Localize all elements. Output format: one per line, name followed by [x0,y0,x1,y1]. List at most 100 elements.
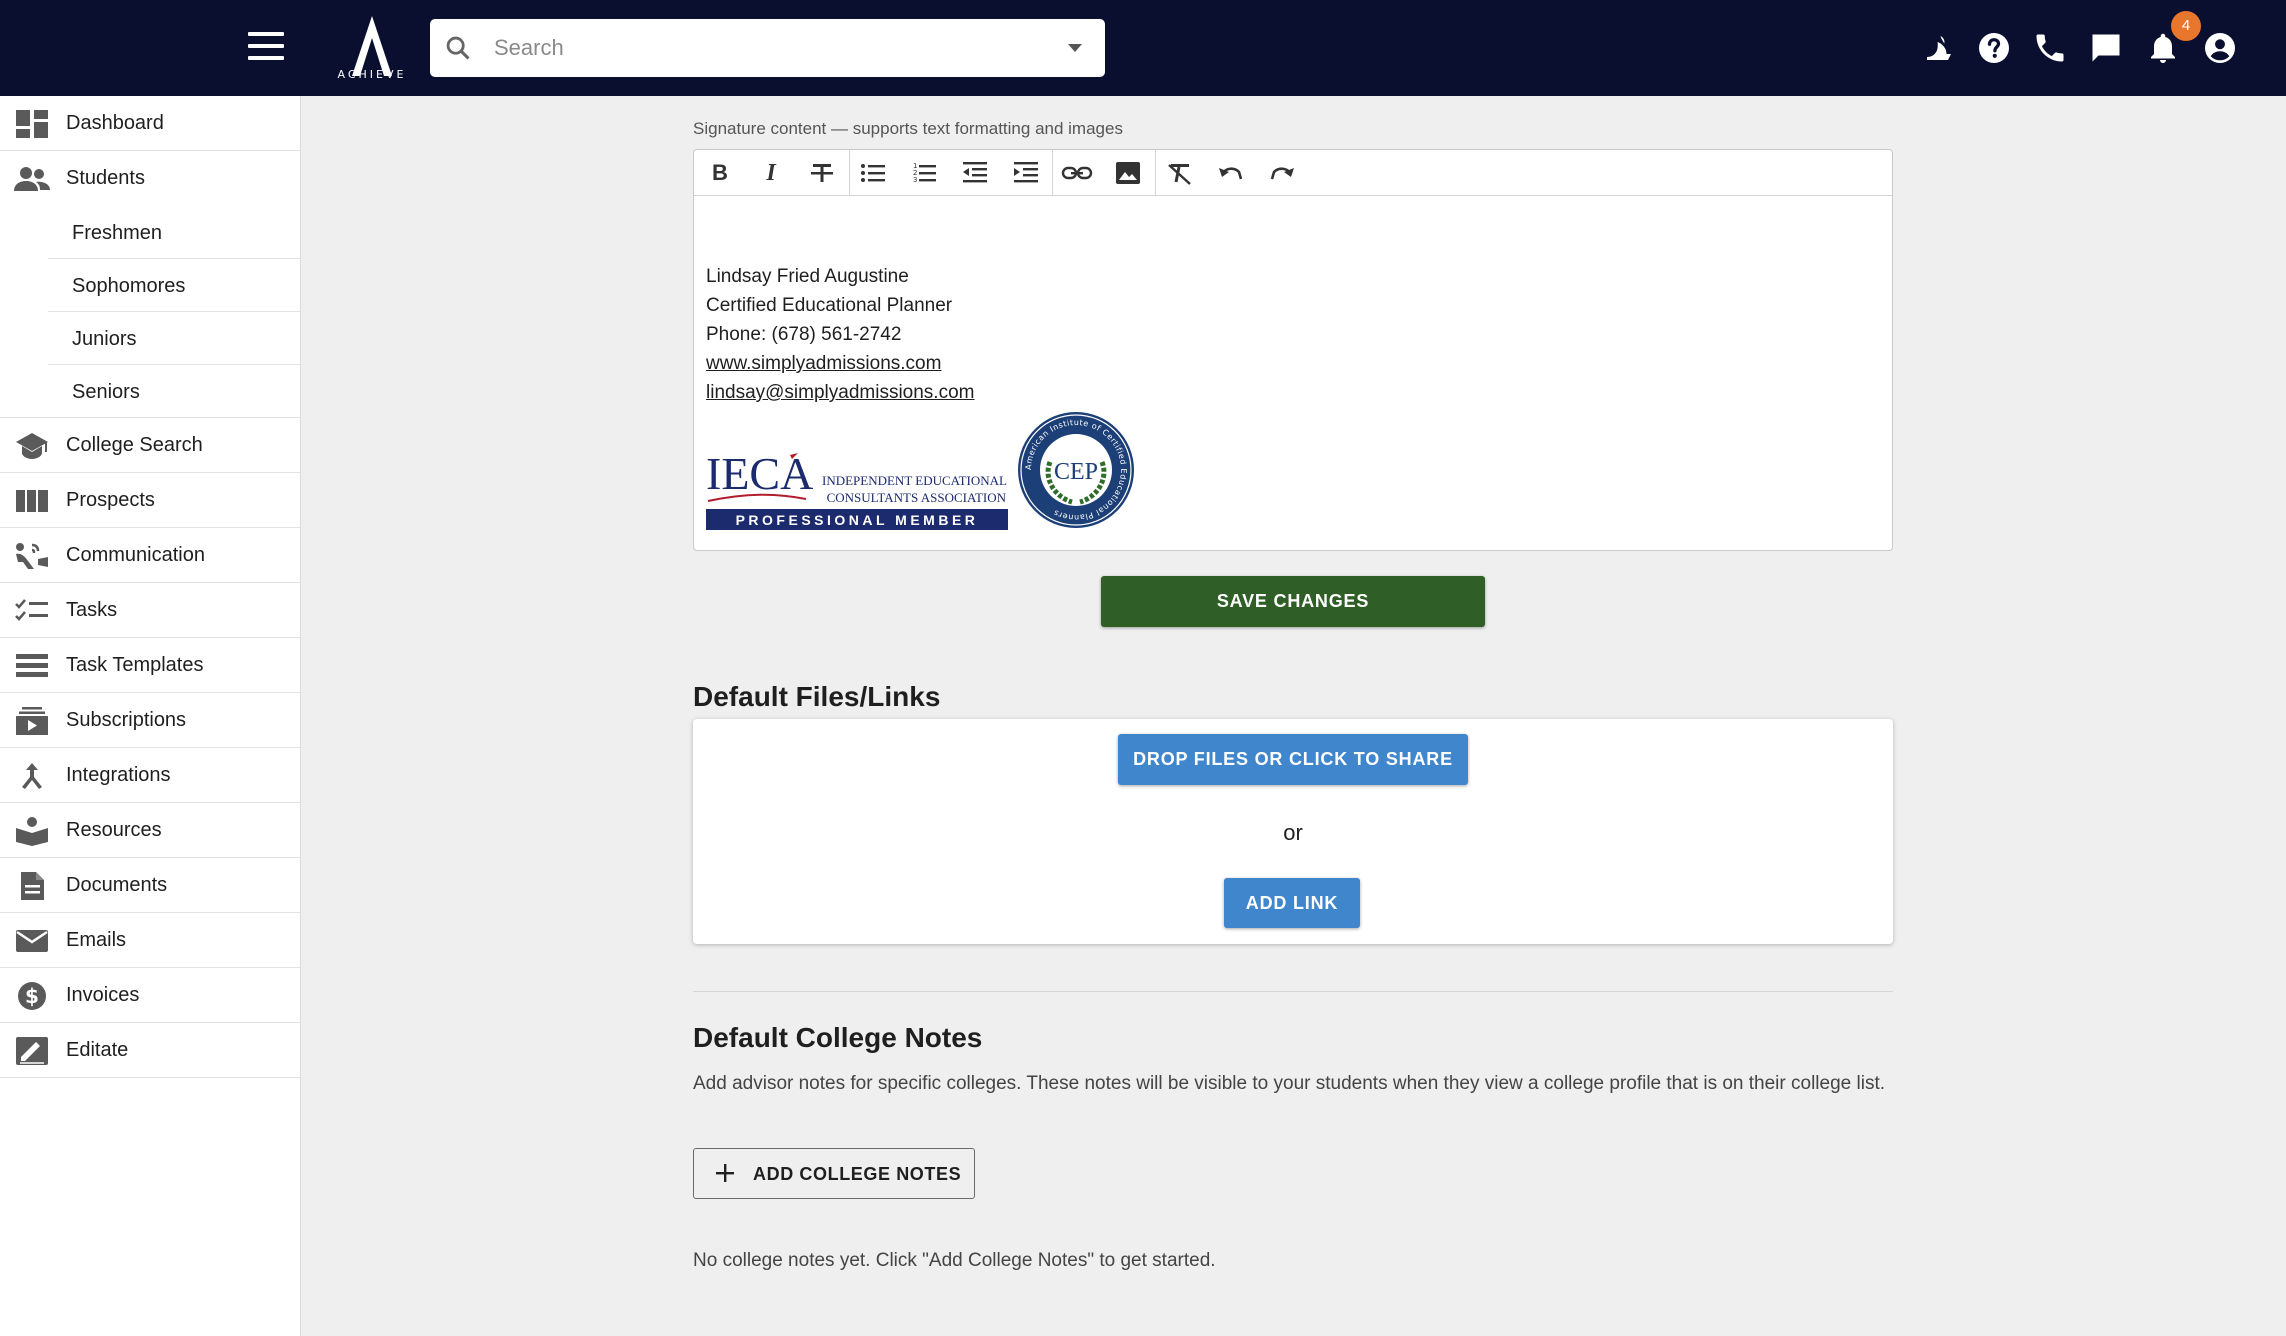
sidebar-subitem-sophomores[interactable]: Sophomores [48,259,300,312]
phone-icon[interactable] [2032,30,2068,66]
signature-editor[interactable]: B I 123 Lindsay Fried Augustine Certifie… [693,149,1893,551]
ieca-line1: INDEPENDENT EDUCATIONAL [822,473,1007,488]
section-divider [693,991,1893,992]
school-icon [16,433,48,459]
sidebar-item-label: Editate [66,1039,129,1061]
signature-name: Lindsay Fried Augustine [706,266,909,287]
sidebar-subitem-juniors[interactable]: Juniors [48,312,300,365]
drop-files-button[interactable]: DROP FILES OR CLICK TO SHARE [1118,734,1468,785]
sidebar-item-label: Emails [66,929,127,951]
sidebar-item-college-search[interactable]: College Search [0,418,300,473]
sidebar-item-label: Subscriptions [66,709,187,731]
ieca-brand: IECA [706,448,813,499]
ieca-line2: CONSULTANTS ASSOCIATION [827,490,1007,505]
dollar-icon: $ [18,982,46,1010]
outdent-icon[interactable] [958,157,992,189]
cep-center-text: CEP [1054,459,1098,485]
chat-icon[interactable] [2088,30,2124,66]
college-notes-empty-message: No college notes yet. Click "Add College… [693,1250,1216,1271]
sidebar-item-integrations[interactable]: Integrations [0,748,300,803]
sidebar-item-communication[interactable]: Communication [0,528,300,583]
undo-icon[interactable] [1214,157,1248,189]
files-links-card: DROP FILES OR CLICK TO SHARE or ADD LINK [693,719,1893,944]
sidebar-subitem-seniors[interactable]: Seniors [0,365,300,418]
plus-icon [716,1164,734,1182]
document-icon [21,872,44,900]
sidebar-item-subscriptions[interactable]: Subscriptions [0,693,300,748]
add-college-notes-label: ADD COLLEGE NOTES [753,1164,962,1184]
signature-email-link[interactable]: lindsay@simplyadmissions.com [706,382,974,404]
sidebar-item-prospects[interactable]: Prospects [0,473,300,528]
sidebar-item-label: Integrations [66,764,171,786]
sidebar-item-resources[interactable]: Resources [0,803,300,858]
signature-title: Certified Educational Planner [706,295,953,316]
sidebar-subitem-label: Freshmen [72,222,163,244]
svg-text:3: 3 [913,176,917,184]
sidebar: Dashboard Students Freshmen Sophomores J… [0,96,301,1336]
numbered-list-icon[interactable]: 123 [907,157,941,189]
sidebar-item-label: Communication [66,544,205,566]
edit-note-icon [16,1037,48,1065]
sidebar-item-tasks[interactable]: Tasks [0,583,300,638]
top-app-bar: ACHIEVE 4 [0,0,2286,96]
dark-mode-icon[interactable] [1921,30,1957,66]
sidebar-item-label: Prospects [66,489,155,511]
save-changes-button[interactable]: SAVE CHANGES [1101,576,1485,627]
add-college-notes-button[interactable]: ADD COLLEGE NOTES [693,1148,975,1199]
bold-icon[interactable]: B [703,157,737,189]
sidebar-item-emails[interactable]: Emails [0,913,300,968]
account-icon[interactable] [2202,30,2238,66]
default-files-heading: Default Files/Links [693,681,941,712]
strikethrough-icon[interactable] [805,157,839,189]
bullet-list-icon[interactable] [856,157,890,189]
sidebar-item-label: College Search [66,434,203,456]
italic-icon[interactable]: I [754,157,788,189]
subscriptions-icon [16,707,48,735]
columns-icon [16,490,48,512]
sidebar-subitem-freshmen[interactable]: Freshmen [48,206,300,259]
signature-caption: Signature content — supports text format… [693,119,1123,138]
sidebar-item-editate[interactable]: Editate [0,1023,300,1078]
svg-text:$: $ [25,984,39,1008]
or-separator: or [1283,820,1303,845]
sidebar-item-task-templates[interactable]: Task Templates [0,638,300,693]
sidebar-item-documents[interactable]: Documents [0,858,300,913]
ieca-logo[interactable]: IECA INDEPENDENT EDUCATIONAL CONSULTANTS… [706,445,1008,530]
sidebar-item-label: Documents [66,874,168,896]
dashboard-icon [16,110,48,138]
book-icon [16,817,48,846]
people-icon [14,167,50,191]
default-college-notes-heading: Default College Notes [693,1022,983,1053]
sidebar-subitem-label: Sophomores [72,275,186,297]
menu-icon[interactable] [248,32,284,64]
signature-phone: Phone: (678) 561-2742 [706,324,902,345]
indent-icon[interactable] [1009,157,1043,189]
help-icon[interactable] [1976,30,2012,66]
add-link-button[interactable]: ADD LINK [1224,878,1360,928]
search-input[interactable] [494,27,1014,69]
ieca-band: PROFESSIONAL MEMBER [736,512,979,528]
email-icon [16,930,48,952]
search-bar[interactable] [430,19,1105,77]
signature-website-link[interactable]: www.simplyadmissions.com [706,353,941,375]
image-icon[interactable] [1111,157,1145,189]
toolbar-separator [1052,150,1053,196]
sidebar-item-invoices[interactable]: $ Invoices [0,968,300,1023]
sidebar-item-label: Resources [66,819,162,841]
logo-text: ACHIEVE [337,68,407,81]
editor-toolbar: B I 123 [694,150,1892,196]
svg-text:I: I [765,160,777,186]
checklist-icon [15,599,48,621]
cep-seal[interactable]: American Institute of Certified Educatio… [1016,410,1136,530]
sidebar-item-label: Task Templates [66,654,204,676]
merge-icon [22,763,42,789]
sidebar-item-label: Tasks [66,599,118,621]
sidebar-subitem-label: Seniors [72,381,140,403]
link-icon[interactable] [1060,157,1094,189]
redo-icon[interactable] [1265,157,1299,189]
sidebar-item-students[interactable]: Students [0,151,300,206]
dropdown-arrow-icon[interactable] [1065,41,1085,55]
sidebar-item-dashboard[interactable]: Dashboard [0,96,300,151]
clear-format-icon[interactable] [1163,157,1197,189]
sidebar-item-label: Dashboard [66,112,164,134]
